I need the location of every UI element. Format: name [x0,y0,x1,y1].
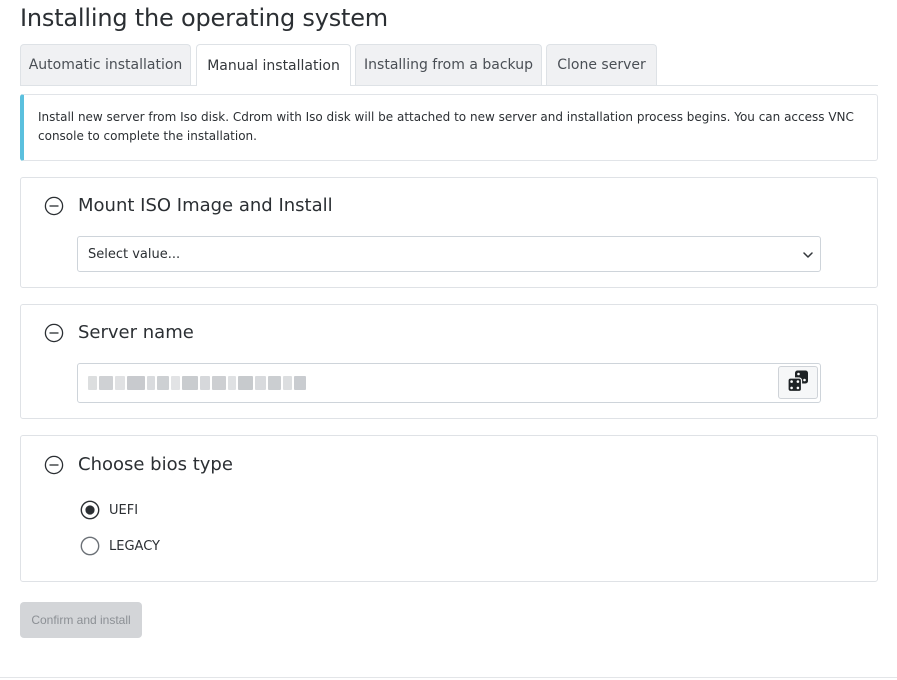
confirm-install-button[interactable]: Confirm and install [20,602,142,638]
bios-section-title: Choose bios type [78,454,233,475]
install-os-page: Installing the operating system Automati… [0,0,897,680]
iso-image-select-value: Select value... [88,246,181,262]
chevron-down-icon [802,249,814,261]
divider [0,677,897,678]
bios-option-uefi-label: UEFI [109,502,139,518]
server-name-section-title: Server name [78,322,194,343]
info-alert-text: Install new server from Iso disk. Cdrom … [38,110,854,143]
generate-name-button[interactable] [778,366,818,399]
server-name-field [77,363,821,403]
info-alert: Install new server from Iso disk. Cdrom … [20,94,878,161]
bios-section-header[interactable]: Choose bios type [44,454,233,475]
radio-checked-icon[interactable] [80,500,100,520]
tab-clone-server[interactable]: Clone server [546,44,657,85]
dice-icon [786,369,810,397]
bios-option-uefi[interactable]: UEFI [80,500,138,520]
page-title: Installing the operating system [20,4,388,32]
bios-option-legacy[interactable]: LEGACY [80,536,160,556]
collapse-minus-icon[interactable] [44,455,64,475]
radio-unchecked-icon[interactable] [80,536,100,556]
server-name-section-card: Server name [20,304,878,419]
bios-option-legacy-label: LEGACY [109,538,160,554]
server-name-input[interactable] [78,364,774,402]
server-name-section-header[interactable]: Server name [44,322,194,343]
collapse-minus-icon[interactable] [44,196,64,216]
iso-section-title: Mount ISO Image and Install [78,195,333,216]
iso-section-card: Mount ISO Image and Install Select value… [20,177,878,288]
bios-section-card: Choose bios type UEFI LEGACY [20,435,878,582]
tab-manual-installation[interactable]: Manual installation [196,44,351,86]
iso-image-select[interactable]: Select value... [77,236,821,272]
install-method-tabs: Automatic installation Manual installati… [20,44,878,86]
collapse-minus-icon[interactable] [44,323,64,343]
iso-section-header[interactable]: Mount ISO Image and Install [44,195,333,216]
tab-installing-from-backup[interactable]: Installing from a backup [355,44,542,85]
tab-automatic-installation[interactable]: Automatic installation [20,44,191,85]
